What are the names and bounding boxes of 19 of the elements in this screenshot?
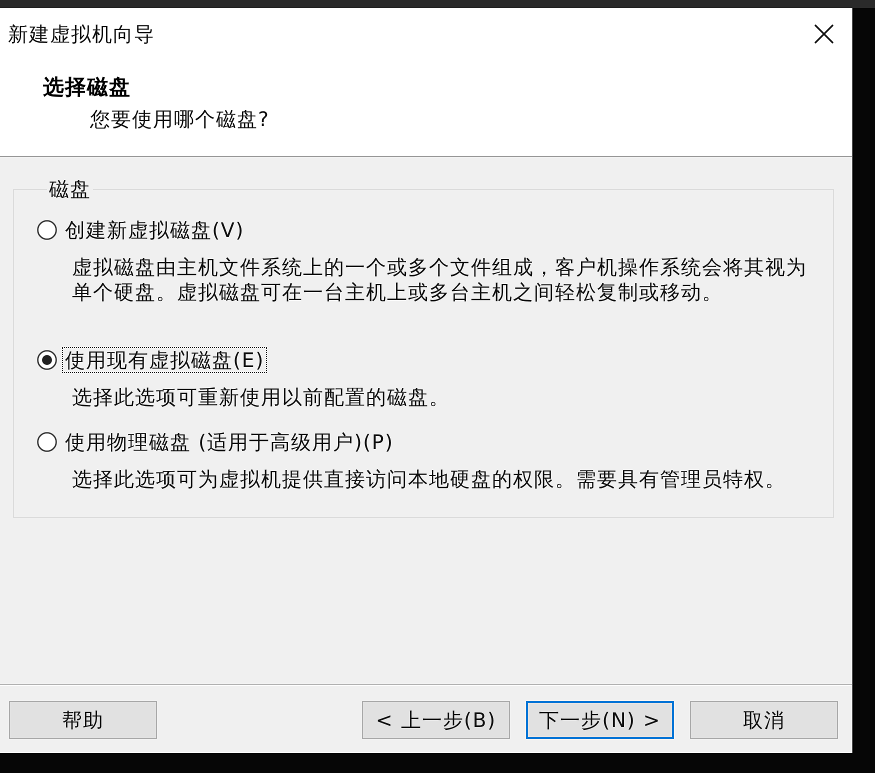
page-subtitle: 您要使用哪个磁盘? [90, 106, 271, 132]
close-icon [814, 24, 834, 44]
help-button[interactable]: 帮助 [9, 701, 157, 739]
radio-label[interactable]: 创建新虚拟磁盘(V) [62, 217, 248, 243]
cancel-button[interactable]: 取消 [690, 701, 838, 739]
radio-icon[interactable] [37, 220, 57, 240]
radio-icon[interactable] [37, 432, 57, 452]
option-description: 虚拟磁盘由主机文件系统上的一个或多个文件组成，客户机操作系统会将其视为单个硬盘。虚拟磁盘可在一台主机上或多台主机之间轻松复制或移动。 [72, 255, 808, 305]
radio-label[interactable]: 使用现有虚拟磁盘(E) [62, 347, 268, 373]
back-button[interactable]: < 上一步(B) [362, 701, 510, 739]
option-description: 选择此选项可为虚拟机提供直接访问本地硬盘的权限。需要具有管理员特权。 [72, 467, 787, 492]
close-button[interactable] [812, 22, 836, 46]
option-description: 选择此选项可重新使用以前配置的磁盘。 [72, 385, 451, 410]
page-heading: 选择磁盘 [43, 74, 132, 101]
window-title: 新建虚拟机向导 [8, 20, 155, 48]
radio-label[interactable]: 使用物理磁盘 (适用于高级用户)(P) [62, 429, 397, 455]
group-label: 磁盘 [48, 177, 92, 201]
radio-selected-icon[interactable] [37, 350, 57, 370]
next-button[interactable]: 下一步(N) > [526, 701, 674, 739]
